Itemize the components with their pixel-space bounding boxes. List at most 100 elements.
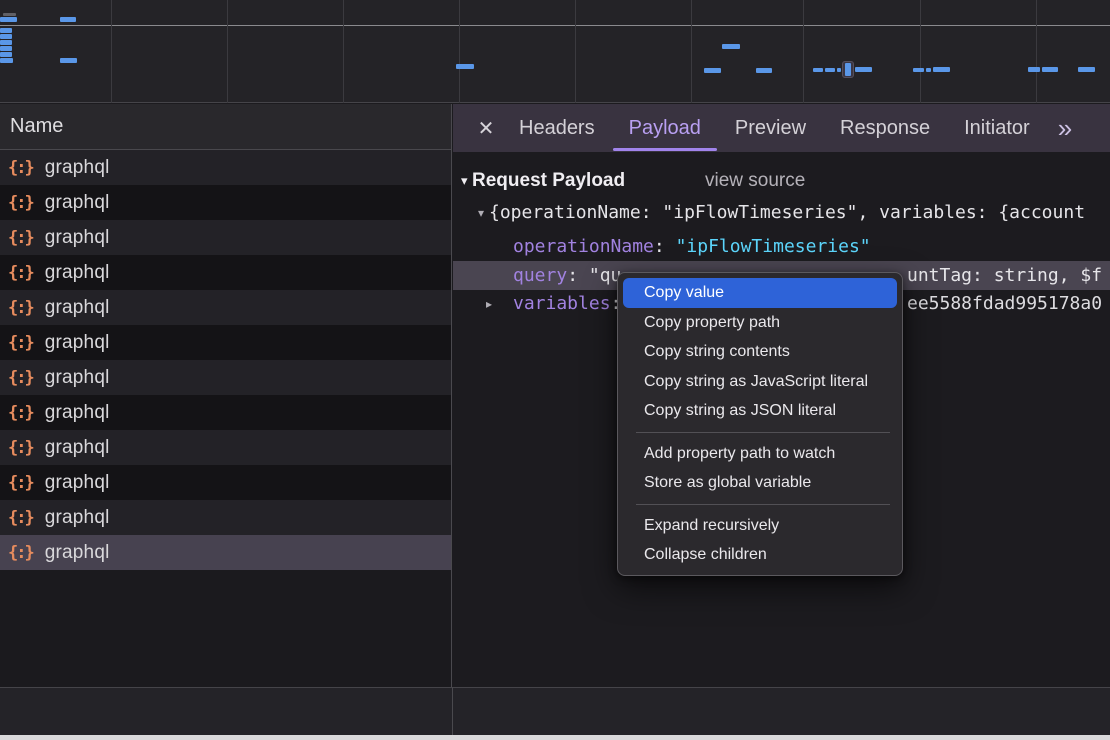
table-row[interactable]: {:}graphql bbox=[0, 395, 451, 430]
property-value: "ipFlowTimeseries" bbox=[676, 236, 871, 257]
overview-gridline bbox=[459, 0, 460, 103]
window-bottom-edge bbox=[0, 735, 1110, 740]
json-braces-icon: {:} bbox=[8, 438, 33, 458]
selected-request-marker bbox=[842, 61, 854, 78]
table-row[interactable]: {:} graphql bbox=[0, 465, 451, 500]
waterfall-bar bbox=[913, 68, 924, 72]
table-row[interactable]: {:} graphql bbox=[0, 150, 451, 185]
waterfall-bar bbox=[0, 28, 12, 33]
request-name: graphql bbox=[45, 472, 110, 494]
overview-gridline bbox=[111, 0, 112, 103]
menu-item-store-as-global-variable[interactable]: Store as global variable bbox=[618, 468, 902, 498]
expand-triangle-icon: ▸ bbox=[486, 290, 492, 318]
menu-separator bbox=[636, 432, 890, 433]
json-braces-icon: {:} bbox=[8, 403, 33, 423]
menu-item-expand-recursively[interactable]: Expand recursively bbox=[618, 511, 902, 541]
table-row[interactable]: {:} graphql bbox=[0, 290, 451, 325]
request-name: graphql bbox=[45, 297, 110, 319]
overview-gridline bbox=[803, 0, 804, 103]
overview-gridline bbox=[575, 0, 576, 103]
overview-gray-marker bbox=[3, 13, 16, 16]
request-name: graphql bbox=[45, 157, 110, 179]
menu-item-copy-string-contents[interactable]: Copy string contents bbox=[618, 337, 902, 367]
request-name: graphql bbox=[45, 332, 110, 354]
property-value-end: ee5588fdad995178a0 bbox=[907, 290, 1102, 318]
request-name: graphql bbox=[45, 227, 110, 249]
object-preview: {operationName: "ipFlowTimeseries", vari… bbox=[489, 199, 1085, 227]
payload-row-operationName[interactable]: operationName "ipFlowTimeseries" bbox=[453, 233, 1110, 261]
waterfall-bar bbox=[933, 67, 950, 72]
overview-gridline bbox=[227, 0, 228, 103]
request-name: graphql bbox=[45, 262, 110, 284]
menu-separator bbox=[636, 504, 890, 505]
table-row[interactable]: {:} graphql bbox=[0, 535, 451, 570]
request-name: graphql bbox=[45, 542, 110, 564]
waterfall-bar bbox=[837, 68, 841, 72]
waterfall-bar bbox=[1042, 67, 1058, 72]
waterfall-bar bbox=[825, 68, 835, 72]
menu-item-copy-string-as-javascript-literal[interactable]: Copy string as JavaScript literal bbox=[618, 367, 902, 397]
json-braces-icon: {:} bbox=[8, 298, 33, 318]
waterfall-bar bbox=[456, 64, 474, 69]
selected-request-bar bbox=[845, 63, 851, 76]
waterfall-bar bbox=[60, 58, 77, 63]
waterfall-bar bbox=[60, 17, 76, 22]
request-rows: {:} graphql {:} graphql {:} graphql {:} graphql… bbox=[0, 150, 451, 570]
request-name: graphql bbox=[45, 437, 110, 459]
overview-gridline bbox=[691, 0, 692, 103]
json-braces-icon: {:} bbox=[8, 228, 33, 248]
waterfall-bar bbox=[0, 17, 17, 22]
status-footer bbox=[0, 687, 1110, 735]
menu-item-copy-property-path[interactable]: Copy property path bbox=[618, 308, 902, 338]
json-braces-icon: {:} bbox=[8, 193, 33, 213]
property-key: operationName bbox=[513, 236, 665, 257]
json-braces-icon: {:} bbox=[8, 368, 33, 388]
overview-gridline bbox=[920, 0, 921, 103]
table-row[interactable]: {:} graphql bbox=[0, 360, 451, 395]
waterfall-bar bbox=[722, 44, 740, 49]
network-overview-waterfall[interactable] bbox=[0, 0, 1110, 103]
request-name: graphql bbox=[45, 507, 110, 529]
json-braces-icon: {:} bbox=[8, 473, 33, 493]
waterfall-bar bbox=[855, 67, 872, 72]
context-menu: Copy valueCopy property pathCopy string … bbox=[617, 272, 903, 576]
overview-baseline bbox=[0, 25, 1110, 26]
overview-gridline bbox=[1036, 0, 1037, 103]
waterfall-bar bbox=[756, 68, 772, 73]
payload-root-row[interactable]: ▾ {operationName: "ipFlowTimeseries", va… bbox=[453, 199, 1110, 227]
menu-item-add-property-path-to-watch[interactable]: Add property path to watch bbox=[618, 439, 902, 469]
property-value-start: "qu bbox=[578, 265, 621, 286]
menu-item-copy-value[interactable]: Copy value bbox=[623, 278, 897, 308]
menu-item-copy-string-as-json-literal[interactable]: Copy string as JSON literal bbox=[618, 396, 902, 426]
waterfall-bar bbox=[0, 34, 12, 39]
overview-gridline bbox=[343, 0, 344, 103]
json-braces-icon: {:} bbox=[8, 543, 33, 563]
waterfall-bar bbox=[1028, 67, 1040, 72]
table-row[interactable]: {:} graphql bbox=[0, 500, 451, 535]
table-row[interactable]: {:} graphql bbox=[0, 185, 451, 220]
waterfall-bar bbox=[0, 58, 13, 63]
table-row[interactable]: {:} graphql bbox=[0, 325, 451, 360]
waterfall-bar bbox=[0, 52, 12, 57]
menu-item-collapse-children[interactable]: Collapse children bbox=[618, 540, 902, 570]
property-key: variables bbox=[513, 293, 621, 314]
panel-divider bbox=[452, 687, 453, 735]
waterfall-bar bbox=[0, 40, 12, 45]
waterfall-bar bbox=[704, 68, 721, 73]
name-column-header[interactable]: Name bbox=[0, 104, 451, 150]
name-column-label: Name bbox=[10, 115, 63, 137]
collapse-triangle-icon: ▾ bbox=[478, 199, 484, 227]
table-row[interactable]: {:} graphql bbox=[0, 430, 451, 465]
json-braces-icon: {:} bbox=[8, 333, 33, 353]
requests-panel: Name {:}graphql{:}graphql{:}graphql{:}gr… bbox=[0, 104, 452, 735]
table-row[interactable]: {:} graphql bbox=[0, 255, 451, 290]
json-braces-icon: {:} bbox=[8, 158, 33, 178]
json-braces-icon: {:} bbox=[8, 508, 33, 528]
table-row[interactable]: {:} graphql bbox=[0, 220, 451, 255]
request-name: graphql bbox=[45, 367, 110, 389]
property-value-end: untTag: string, $f bbox=[907, 261, 1102, 290]
json-braces-icon: {:} bbox=[8, 263, 33, 283]
devtools-network-panel: Name {:}graphql{:}graphql{:}graphql{:}gr… bbox=[0, 0, 1110, 740]
request-name: graphql bbox=[45, 192, 110, 214]
waterfall-bar bbox=[926, 68, 931, 72]
